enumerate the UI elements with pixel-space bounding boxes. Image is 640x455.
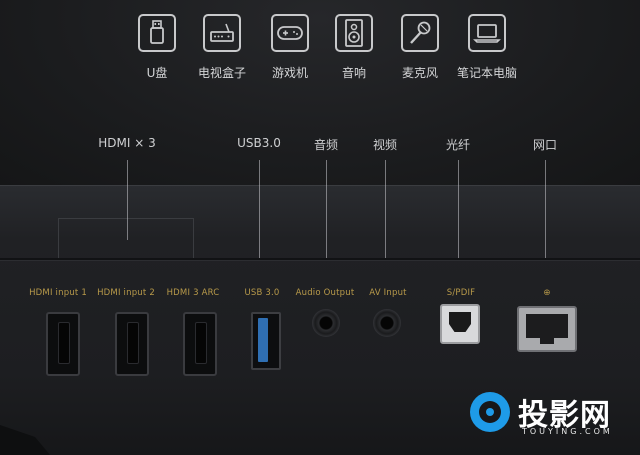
port-category-labels: HDMI × 3 USB3.0 音频 视频 光纤 网口 [0,136,640,156]
gamepad-icon [271,14,309,52]
port-label-audio: 音频 [313,138,339,152]
leader-line-optical [458,160,459,258]
watermark-subtext: TOUYING.COM [522,427,613,436]
hdmi-input-2-port [115,312,149,376]
device-icon-row: U盘 电视盒子 游戏机 音响 麦克风 笔记本电脑 [0,14,640,84]
device-label: 笔记本电脑 [456,66,517,80]
port-label-lan: 网口 [532,138,558,152]
laptop-icon [468,14,506,52]
microphone-icon [401,14,439,52]
panel-recess [58,218,194,260]
av-input-jack [373,309,401,337]
silk-hdmi-input-2: HDMI input 2 [97,288,155,298]
port-label-usb: USB3.0 [237,136,281,150]
watermark-logo-dot [486,408,494,416]
leader-line-hdmi [127,160,128,240]
hdmi-input-1-port [46,312,80,376]
ethernet-port-tab [540,336,554,344]
usb-3-tongue [258,318,268,362]
ethernet-port-opening [526,314,568,338]
silk-usb-3: USB 3.0 [244,288,280,298]
panel-top-edge [0,185,640,186]
port-label-hdmi: HDMI × 3 [98,136,156,150]
leader-line-video [385,160,386,258]
device-laptop: 笔记本电脑 [447,14,527,81]
speaker-icon [335,14,373,52]
silk-av-input: AV Input [369,288,407,298]
hdmi-3-arc-port [183,312,217,376]
silk-hdmi-input-1: HDMI input 1 [29,288,87,298]
tv-box-icon [203,14,241,52]
silk-audio-output: Audio Output [295,288,355,298]
port-label-video: 视频 [372,138,398,152]
silk-lan-symbol: ⊕ [543,288,551,298]
leader-line-lan [545,160,546,258]
leader-line-usb [259,160,260,258]
panel-ridge-highlight [0,260,640,261]
leader-line-audio [326,160,327,258]
port-label-optical: 光纤 [445,138,471,152]
silk-hdmi-3-arc: HDMI 3 ARC [166,288,220,298]
silk-spdif: S/PDIF [446,288,476,298]
usb-drive-icon [138,14,176,52]
audio-output-jack [312,309,340,337]
